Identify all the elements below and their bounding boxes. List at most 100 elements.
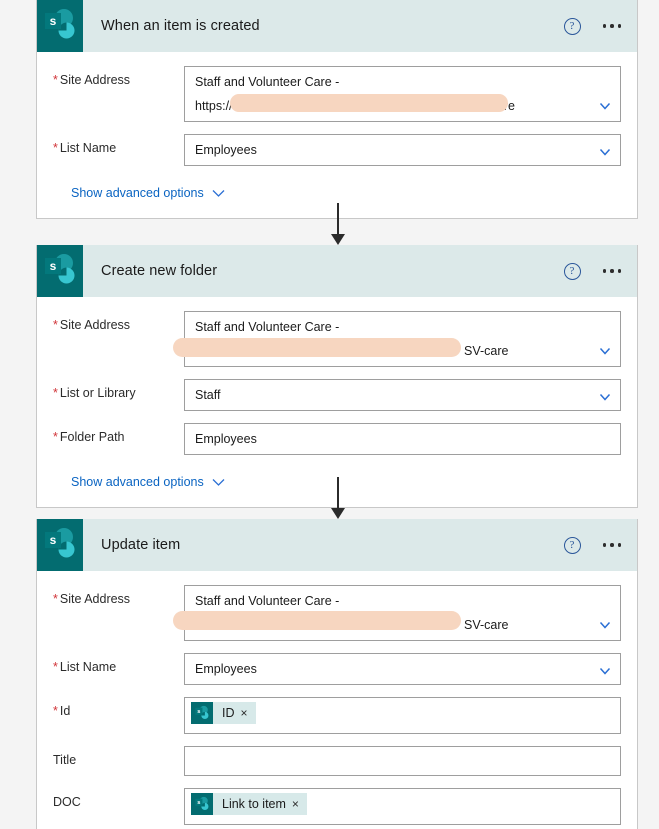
token-label: Link to item [222,797,286,811]
help-icon[interactable]: ? [563,536,581,554]
field-label: DOC [53,788,184,809]
site-address-dropdown[interactable]: Staff and Volunteer Care - SV-care [173,585,621,641]
help-icon[interactable]: ? [563,262,581,280]
dot [617,543,621,547]
field-row-doc: DOC s Link to item × [53,788,621,825]
card-header[interactable]: s Update item ? [37,519,637,571]
field-label-text: List Name [59,141,117,155]
list-name-dropdown[interactable]: Employees [184,653,621,685]
field-value-line-1: Staff and Volunteer Care - [195,320,340,334]
field-value-line-2: SV-care [195,342,590,360]
field-label-text: Site Address [59,318,131,332]
sharepoint-glyph: s [195,796,209,810]
url-suffix: SV-care [470,99,515,113]
field-row-folder-path: * Folder Path Employees [53,423,621,455]
help-icon[interactable]: ? [563,17,581,35]
field-label: * Site Address [53,585,184,606]
field-row-site-address: * Site Address Staff and Volunteer Care -… [53,311,621,367]
remove-token-icon[interactable]: × [241,707,256,719]
field-label-text: Id [59,704,71,718]
sharepoint-glyph: s [45,254,75,284]
chevron-down-icon[interactable] [599,619,611,631]
show-advanced-options-link[interactable]: Show advanced options [53,467,225,507]
flow-connector-2 [331,477,345,519]
field-row-list-name: * List Name Employees [53,653,621,685]
sharepoint-glyph: s [195,705,209,719]
field-label: Title [53,746,184,767]
site-address-dropdown[interactable]: Staff and Volunteer Care - https:// SV-ca… [184,66,621,122]
url-suffix: SV-care [464,344,509,358]
show-advanced-options-link[interactable]: Show advanced options [53,178,225,218]
flow-canvas: s When an item is created ? * Site Addres… [0,0,659,829]
card-body: * Site Address Staff and Volunteer Care -… [37,571,637,829]
field-label-text: Folder Path [59,430,125,444]
card-header[interactable]: s When an item is created ? [37,0,637,52]
chevron-down-icon[interactable] [599,345,611,357]
flow-action-card-create-folder[interactable]: s Create new folder ? * Site Address Staf [36,245,638,508]
card-title: When an item is created [101,18,260,34]
chevron-down-icon [212,189,225,197]
chevron-down-icon[interactable] [599,100,611,112]
more-options-icon[interactable] [601,265,624,277]
chevron-down-icon[interactable] [599,665,611,677]
dot [617,24,621,28]
field-label: * Site Address [53,66,184,87]
field-row-list-name: * List Name Employees [53,134,621,166]
list-name-dropdown[interactable]: Employees [184,134,621,166]
svg-text:s: s [50,14,57,28]
field-row-title: Title [53,746,621,776]
card-title: Update item [101,537,181,553]
required-asterisk: * [53,660,58,674]
remove-token-icon[interactable]: × [292,798,307,810]
field-value-line-1: Staff and Volunteer Care - [195,594,340,608]
sharepoint-icon: s [191,793,213,815]
field-label: * Id [53,697,184,718]
folder-path-input[interactable]: Employees [184,423,621,455]
field-label-text: Title [53,753,77,767]
token-label: ID [222,706,235,720]
required-asterisk: * [53,141,58,155]
card-body: * Site Address Staff and Volunteer Care -… [37,297,637,507]
card-body: * Site Address Staff and Volunteer Care -… [37,52,637,218]
field-label: * Site Address [53,311,184,332]
dot [602,543,606,547]
svg-text:s: s [50,533,57,547]
svg-text:s: s [50,259,57,273]
list-or-library-dropdown[interactable]: Staff [184,379,621,411]
site-address-dropdown[interactable]: Staff and Volunteer Care - SV-care [173,311,621,367]
field-row-list-or-library: * List or Library Staff [53,379,621,411]
chevron-down-icon [212,478,225,486]
flow-action-card-update-item[interactable]: s Update item ? *Site Address Staff and [36,519,638,829]
flow-action-card-trigger[interactable]: s When an item is created ? * Site Addres… [36,0,638,219]
field-label: * Folder Path [53,423,184,444]
card-header[interactable]: s Create new folder ? [37,245,637,297]
chevron-down-icon[interactable] [599,391,611,403]
url-suffix: SV-care [464,618,509,632]
title-input[interactable] [184,746,621,776]
sharepoint-glyph: s [45,9,75,39]
connector-arrowhead [331,234,345,245]
required-asterisk: * [53,704,58,718]
required-asterisk: * [53,430,58,444]
connector-line [337,477,339,508]
svg-text:s: s [197,709,200,715]
sharepoint-icon: s [37,519,83,571]
field-row-site-address: * Site Address Staff and Volunteer Care -… [53,585,621,641]
dot [610,24,614,28]
card-header-actions: ? [563,519,624,571]
sharepoint-glyph: s [45,528,75,558]
field-label-text: Site Address [59,73,131,87]
chevron-down-icon[interactable] [599,146,611,158]
id-input[interactable]: s ID × [184,697,621,734]
sharepoint-icon: s [37,0,83,52]
field-value: Employees [195,432,257,446]
more-options-icon[interactable] [601,20,624,32]
doc-input[interactable]: s Link to item × [184,788,621,825]
field-label: * List Name [53,653,184,674]
dot [610,269,614,273]
flow-connector-1 [331,203,345,245]
dynamic-content-token[interactable]: s ID × [191,702,256,724]
more-options-icon[interactable] [601,539,624,551]
svg-text:s: s [197,800,200,806]
dynamic-content-token[interactable]: s Link to item × [191,793,307,815]
